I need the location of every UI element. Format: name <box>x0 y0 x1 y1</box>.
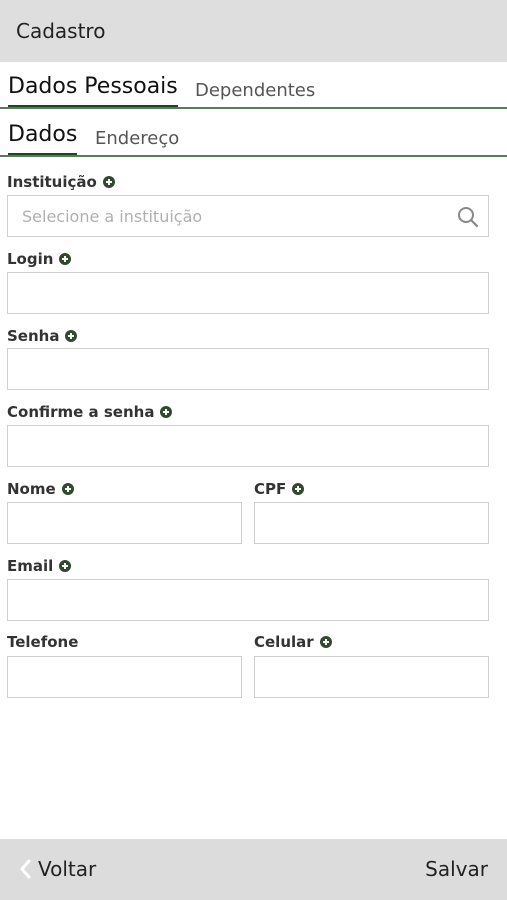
tab-dados[interactable]: Dados <box>8 122 78 156</box>
required-icon <box>102 176 115 188</box>
tab-endereco[interactable]: Endereço <box>95 128 179 149</box>
instituicao-input[interactable] <box>8 196 488 236</box>
tab-dependentes[interactable]: Dependentes <box>195 80 315 101</box>
required-icon <box>292 483 305 495</box>
instituicao-label: Instituição <box>7 173 115 191</box>
back-button-label: Voltar <box>38 857 97 881</box>
email-field[interactable] <box>7 579 489 621</box>
nome-field[interactable] <box>7 502 242 544</box>
email-input[interactable] <box>8 580 488 620</box>
nome-label-text: Nome <box>7 480 56 498</box>
save-button[interactable]: Salvar <box>425 857 488 881</box>
celular-field[interactable] <box>254 656 489 698</box>
confirme-senha-input[interactable] <box>8 426 488 466</box>
cpf-label-text: CPF <box>254 480 287 498</box>
cpf-label: CPF <box>254 480 305 498</box>
nome-input[interactable] <box>8 503 241 543</box>
email-label: Email <box>7 557 72 575</box>
nome-label: Nome <box>7 480 74 498</box>
tabs-divider <box>0 107 507 109</box>
telefone-label-text: Telefone <box>7 633 79 651</box>
required-icon <box>61 483 74 495</box>
chevron-left-icon <box>20 859 31 879</box>
cpf-input[interactable] <box>255 503 488 543</box>
required-icon <box>65 330 78 342</box>
cpf-field[interactable] <box>254 502 489 544</box>
app-header: Cadastro <box>0 0 507 62</box>
celular-input[interactable] <box>255 657 488 697</box>
required-icon <box>160 406 173 418</box>
celular-label: Celular <box>254 633 332 651</box>
sub-tabs: Dados Endereço <box>0 110 507 158</box>
login-field[interactable] <box>7 272 489 314</box>
tab-dados-pessoais-label: Dados Pessoais <box>8 74 178 99</box>
telefone-input[interactable] <box>8 657 241 697</box>
search-icon[interactable] <box>456 205 480 229</box>
tab-dados-label: Dados <box>8 122 78 147</box>
senha-label: Senha <box>7 327 78 345</box>
celular-label-text: Celular <box>254 633 314 651</box>
login-label-text: Login <box>7 250 54 268</box>
telefone-field[interactable] <box>7 656 242 698</box>
subtabs-divider <box>0 155 507 157</box>
login-input[interactable] <box>8 273 488 313</box>
instituicao-label-text: Instituição <box>7 173 97 191</box>
required-icon <box>59 560 72 572</box>
telefone-label: Telefone <box>7 633 78 651</box>
required-icon <box>59 253 72 265</box>
page-title: Cadastro <box>16 19 106 43</box>
tab-dados-pessoais[interactable]: Dados Pessoais <box>8 74 178 108</box>
confirme-senha-label: Confirme a senha <box>7 403 173 421</box>
senha-field[interactable] <box>7 348 489 390</box>
main-tabs: Dados Pessoais Dependentes <box>0 62 507 110</box>
login-label: Login <box>7 250 72 268</box>
instituicao-field[interactable] <box>7 195 489 237</box>
senha-input[interactable] <box>8 349 488 389</box>
senha-label-text: Senha <box>7 327 60 345</box>
footer-bar: Voltar Salvar <box>0 839 507 900</box>
required-icon <box>319 636 332 648</box>
confirme-senha-label-text: Confirme a senha <box>7 403 155 421</box>
confirme-senha-field[interactable] <box>7 425 489 467</box>
back-button[interactable]: Voltar <box>18 857 96 881</box>
email-label-text: Email <box>7 557 54 575</box>
